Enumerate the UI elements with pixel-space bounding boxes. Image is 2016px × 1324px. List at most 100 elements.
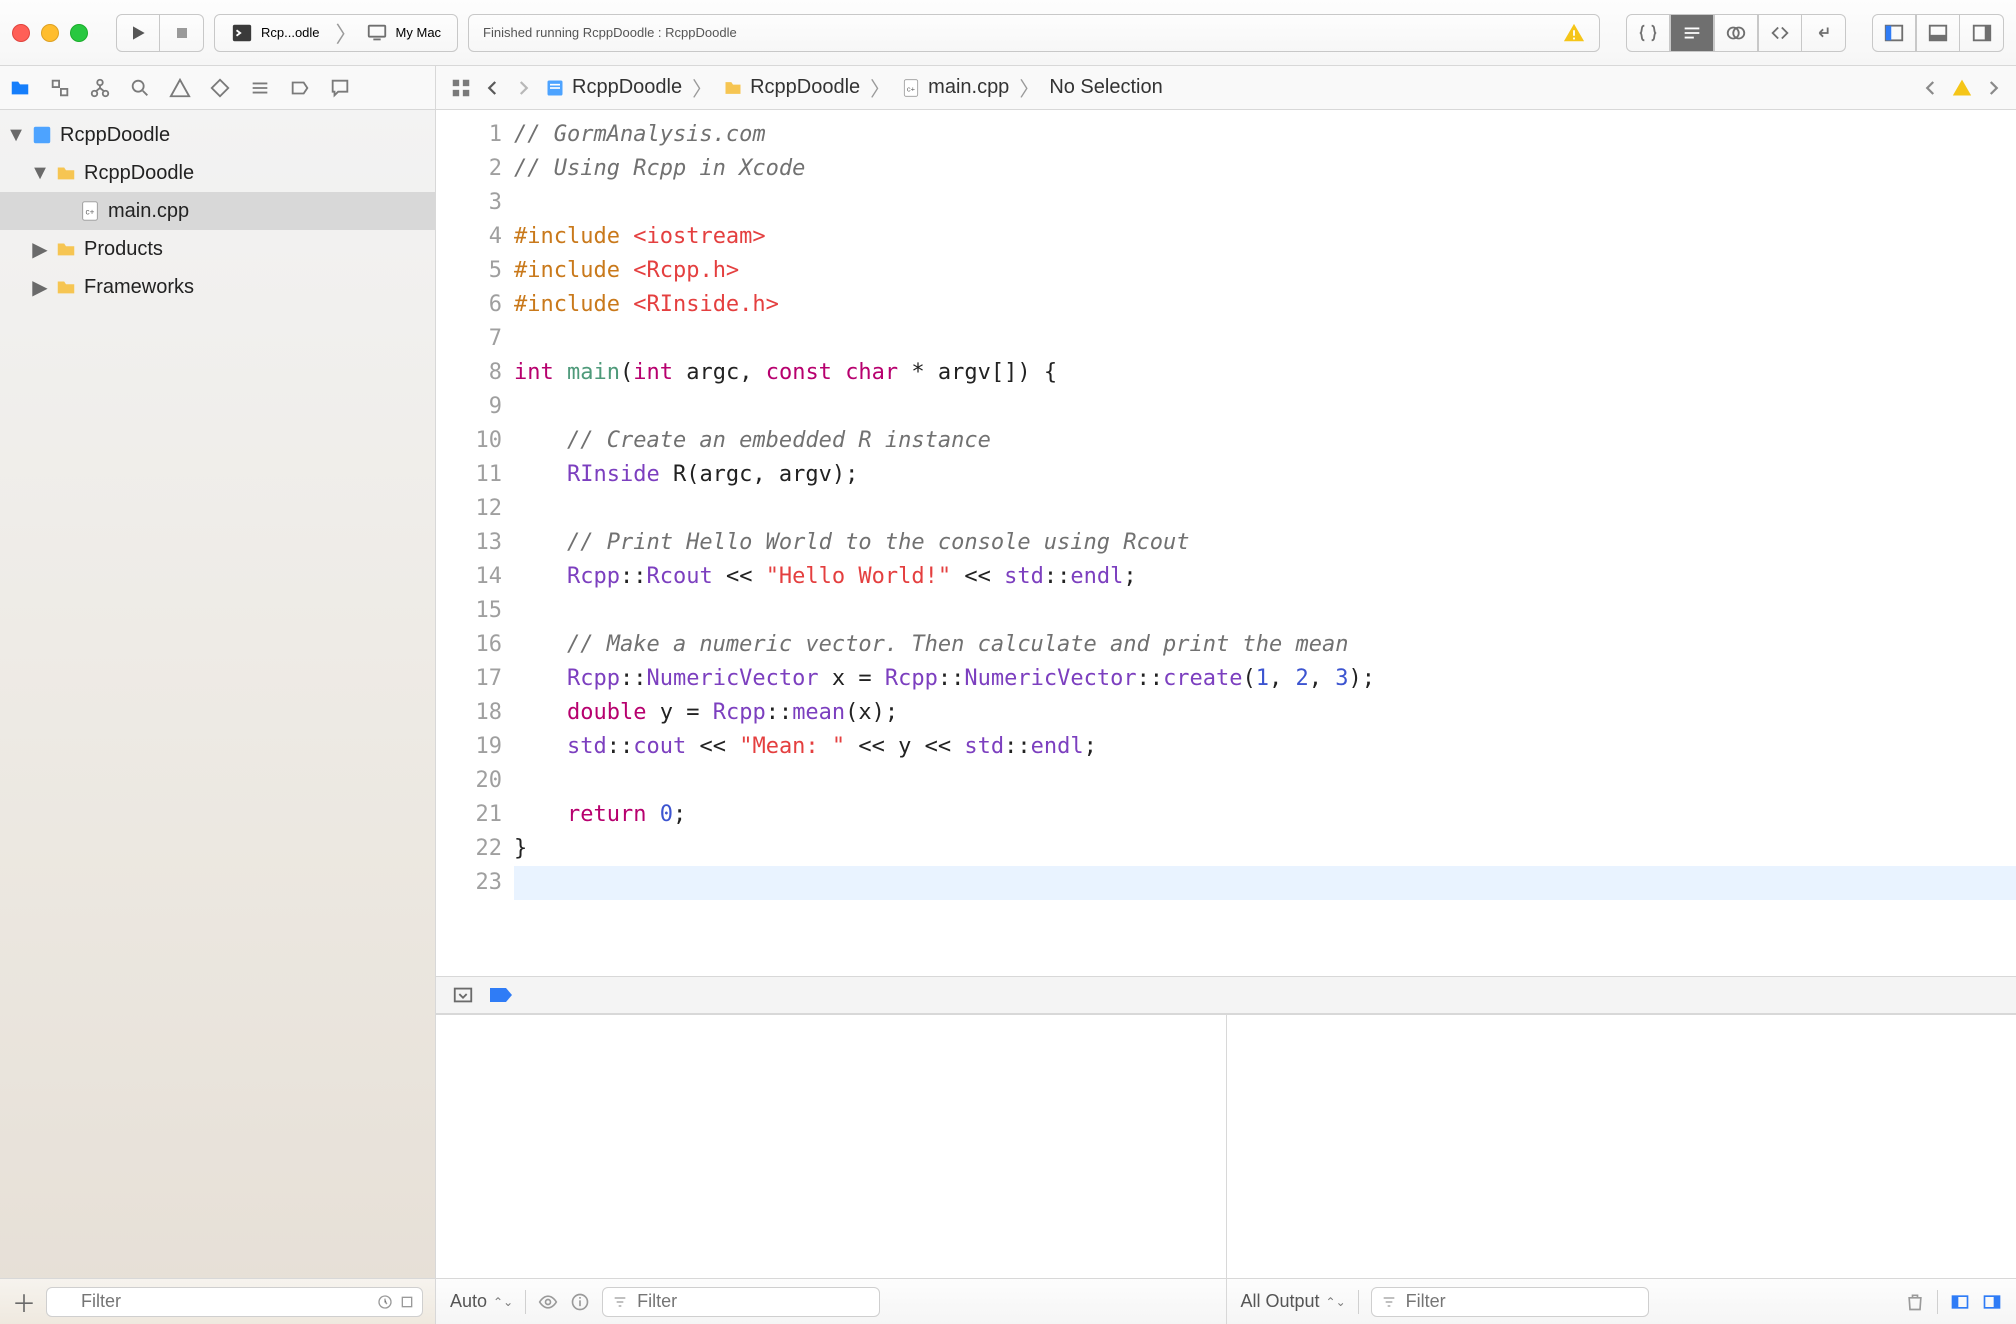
jump-path[interactable]: RcppDoodle 〉 RcppDoodle 〉 c+ main.cpp 〉 … <box>544 73 1163 102</box>
history-forward-button[interactable] <box>514 79 532 97</box>
disclosure-triangle-icon[interactable]: ▶ <box>32 275 48 300</box>
variables-body[interactable] <box>436 1015 1226 1278</box>
speech-icon <box>329 77 351 99</box>
show-variables-button[interactable] <box>1950 1292 1970 1312</box>
svg-text:c+: c+ <box>86 208 95 217</box>
standard-editor-button[interactable] <box>1626 14 1670 52</box>
clock-icon[interactable] <box>377 1294 393 1310</box>
toggle-inspector-button[interactable] <box>1960 14 2004 52</box>
right-pane-icon <box>1982 1292 2002 1312</box>
chevron-icon: 〉 <box>688 73 716 102</box>
assistant-editor-button[interactable] <box>1670 14 1714 52</box>
tree-project-root[interactable]: ▼ RcppDoodle <box>0 116 435 154</box>
output-label: All Output <box>1241 1291 1320 1312</box>
tree-group[interactable]: ▼ RcppDoodle <box>0 154 435 192</box>
updown-icon: ⌃⌄ <box>493 1295 513 1309</box>
scheme-selector[interactable]: Rcp...odle 〉 My Mac <box>214 14 458 52</box>
navigator-filter-input[interactable] <box>46 1287 423 1317</box>
variables-scope-selector[interactable]: Auto ⌃⌄ <box>450 1291 513 1312</box>
dropdown-box-icon <box>452 984 474 1006</box>
disclosure-triangle-icon[interactable]: ▼ <box>32 162 48 185</box>
play-icon <box>128 23 148 43</box>
console-output-selector[interactable]: All Output ⌃⌄ <box>1241 1291 1346 1312</box>
variables-filter-input[interactable] <box>602 1287 880 1317</box>
scheme-destination[interactable]: My Mac <box>350 15 458 51</box>
tree-label: main.cpp <box>108 200 189 223</box>
folder-icon <box>54 161 78 185</box>
line-gutter: 1234567891011121314151617181920212223 <box>436 110 514 976</box>
left-panel-icon <box>1883 22 1905 44</box>
project-navigator: ▼ RcppDoodle ▼ RcppDoodle c+ main.cpp ▶ … <box>0 110 436 1324</box>
toggle-navigator-button[interactable] <box>1872 14 1916 52</box>
tree-frameworks[interactable]: ▶ Frameworks <box>0 268 435 306</box>
info-button[interactable] <box>570 1292 590 1312</box>
related-items-button[interactable] <box>450 77 472 99</box>
add-button[interactable]: ＋ <box>12 1284 36 1319</box>
quicklook-button[interactable] <box>538 1292 558 1312</box>
debug-navigator-tab[interactable] <box>240 77 280 99</box>
filter-icon <box>1381 1294 1397 1310</box>
code-content[interactable]: // GormAnalysis.com// Using Rcpp in Xcod… <box>514 110 2016 976</box>
source-control-navigator-tab[interactable] <box>40 77 80 99</box>
minimize-window-button[interactable] <box>41 24 59 42</box>
venn-icon <box>1725 22 1747 44</box>
activity-text: Finished running RcppDoodle : RcppDoodle <box>483 25 737 40</box>
console-footer: All Output ⌃⌄ <box>1227 1278 2016 1324</box>
test-navigator-tab[interactable] <box>200 77 240 99</box>
issues-indicator[interactable] <box>1563 22 1585 44</box>
warning-icon <box>1563 22 1585 44</box>
clear-console-button[interactable] <box>1905 1292 1925 1312</box>
folder-icon <box>54 237 78 261</box>
breakpoint-toggle-button[interactable] <box>488 985 514 1005</box>
activity-viewer[interactable]: Finished running RcppDoodle : RcppDoodle <box>468 14 1600 52</box>
project-icon <box>30 123 54 147</box>
issues-mini-icon[interactable] <box>1952 78 1972 98</box>
file-tree[interactable]: ▼ RcppDoodle ▼ RcppDoodle c+ main.cpp ▶ … <box>0 110 435 1278</box>
review-editor-button[interactable] <box>1758 14 1802 52</box>
console-filter[interactable] <box>1371 1287 1893 1317</box>
close-window-button[interactable] <box>12 24 30 42</box>
chevron-right-icon[interactable] <box>1984 79 2002 97</box>
right-panel-icon <box>1971 22 1993 44</box>
scheme-target[interactable]: Rcp...odle <box>215 15 336 51</box>
warning-nav-icon <box>169 77 191 99</box>
version-editor-button[interactable] <box>1714 14 1758 52</box>
report-navigator-tab[interactable] <box>320 77 360 99</box>
zoom-window-button[interactable] <box>70 24 88 42</box>
tree-products[interactable]: ▶ Products <box>0 230 435 268</box>
symbol-navigator-tab[interactable] <box>80 77 120 99</box>
history-back-button[interactable] <box>484 79 502 97</box>
filter-icon <box>612 1294 628 1310</box>
destination-name: My Mac <box>396 25 442 40</box>
scope-label: Auto <box>450 1291 487 1312</box>
console-filter-input[interactable] <box>1371 1287 1649 1317</box>
console-body[interactable] <box>1227 1015 2016 1278</box>
scm-icon[interactable] <box>399 1294 415 1310</box>
return-icon <box>1813 22 1835 44</box>
editor-mode-group <box>1626 14 1846 52</box>
navigator-filter[interactable] <box>46 1287 423 1317</box>
tree-file-main[interactable]: c+ main.cpp <box>0 192 435 230</box>
disclosure-triangle-icon[interactable]: ▼ <box>8 124 24 147</box>
stop-button[interactable] <box>160 14 204 52</box>
toggle-debug-button[interactable] <box>1916 14 1960 52</box>
source-editor[interactable]: 1234567891011121314151617181920212223 //… <box>436 110 2016 976</box>
tag-icon <box>289 77 311 99</box>
trash-icon <box>1905 1292 1925 1312</box>
debug-dropdown-button[interactable] <box>452 984 474 1006</box>
canvas-editor-button[interactable] <box>1802 14 1846 52</box>
mac-icon <box>366 22 388 44</box>
arrows-icon <box>1769 22 1791 44</box>
show-console-button[interactable] <box>1982 1292 2002 1312</box>
disclosure-triangle-icon[interactable]: ▶ <box>32 237 48 262</box>
editor-area: 1234567891011121314151617181920212223 //… <box>436 110 2016 1324</box>
breakpoint-navigator-tab[interactable] <box>280 77 320 99</box>
chevron-icon: 〉 <box>866 73 894 102</box>
project-navigator-tab[interactable] <box>0 77 40 99</box>
variables-filter[interactable] <box>602 1287 1211 1317</box>
find-navigator-tab[interactable] <box>120 77 160 99</box>
issue-navigator-tab[interactable] <box>160 77 200 99</box>
run-button[interactable] <box>116 14 160 52</box>
diamond-icon <box>209 77 231 99</box>
chevron-left-icon[interactable] <box>1922 79 1940 97</box>
